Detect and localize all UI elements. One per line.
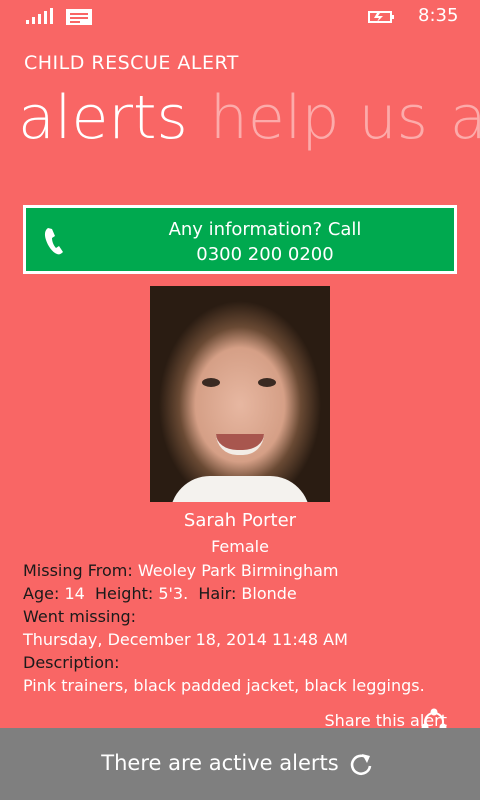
missing-from-row: Missing From: Weoley Park Birmingham <box>23 561 338 580</box>
refresh-icon[interactable] <box>348 752 374 778</box>
missing-from-value: Weoley Park Birmingham <box>137 561 339 580</box>
height-label: Height: <box>94 584 154 603</box>
photo-shirt <box>170 476 310 502</box>
tab-about[interactable]: ab <box>450 83 480 153</box>
photo-smile <box>216 434 264 455</box>
status-bar: 8:35 <box>0 0 480 32</box>
hair-label: Hair: <box>198 584 237 603</box>
active-alerts-status: There are active alerts <box>101 751 339 775</box>
age-value: 14 <box>64 584 85 603</box>
message-icon <box>66 9 92 25</box>
hair-value: Blonde <box>241 584 297 603</box>
height-value: 5'3. <box>158 584 189 603</box>
call-prompt: Any information? Call <box>168 219 362 240</box>
child-photo <box>150 286 330 502</box>
call-number: 0300 200 0200 <box>196 244 334 265</box>
missing-from-label: Missing From: <box>23 561 133 580</box>
child-gender: Female <box>211 537 269 556</box>
app-bar[interactable]: There are active alerts <box>0 728 480 800</box>
clock: 8:35 <box>418 5 459 26</box>
description-label: Description: <box>23 653 120 672</box>
phone-icon <box>44 228 63 255</box>
child-name: Sarah Porter <box>183 510 297 531</box>
signal-icon <box>26 8 54 24</box>
tab-alerts[interactable]: alerts <box>18 83 188 153</box>
pivot-header: alerts help us ab <box>18 78 480 158</box>
call-button[interactable]: Any information? Call 0300 200 0200 <box>23 205 457 274</box>
age-label: Age: <box>23 584 60 603</box>
battery-icon <box>368 11 394 23</box>
description-value: Pink trainers, black padded jacket, blac… <box>23 676 425 695</box>
photo-eye-right <box>258 378 276 387</box>
tab-help-us[interactable]: help us <box>210 83 428 153</box>
stats-row: Age: 14 Height: 5'3. Hair: Blonde <box>23 584 297 603</box>
went-missing-value: Thursday, December 18, 2014 11:48 AM <box>23 630 348 649</box>
went-missing-label: Went missing: <box>23 607 137 626</box>
call-text: Any information? Call 0300 200 0200 <box>86 217 444 267</box>
photo-eye-left <box>202 378 220 387</box>
app-title: CHILD RESCUE ALERT <box>24 52 239 74</box>
